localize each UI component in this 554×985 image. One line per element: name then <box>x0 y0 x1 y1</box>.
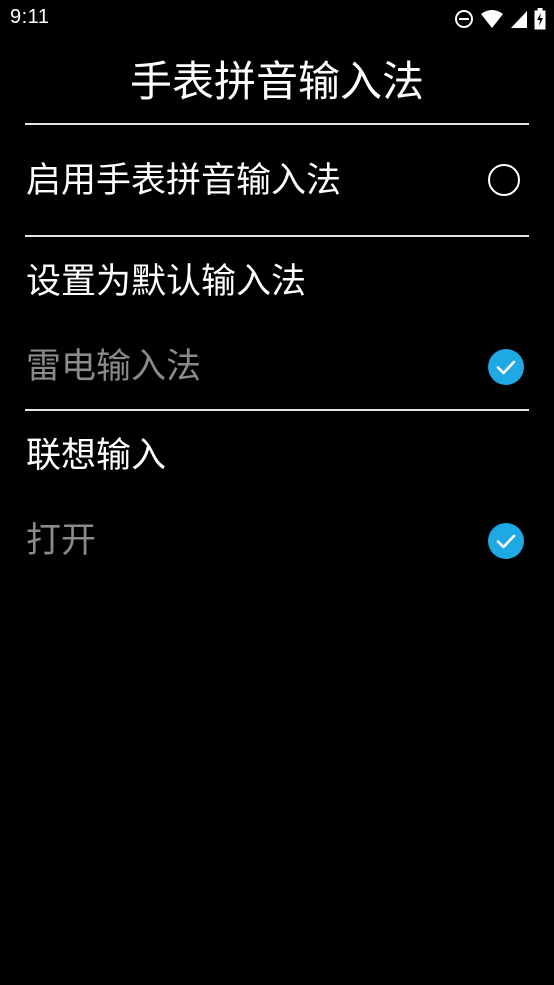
status-bar: 9:11 <box>0 0 554 38</box>
do-not-disturb-icon <box>454 9 474 29</box>
predictive-input-check-icon[interactable] <box>488 523 524 559</box>
wifi-icon <box>480 9 504 29</box>
setting-label-enable-ime: 启用手表拼音输入法 <box>26 161 342 201</box>
status-icons <box>454 7 546 31</box>
default-ime-check-icon[interactable] <box>488 349 524 385</box>
setting-value-default-ime: 雷电输入法 <box>26 347 202 387</box>
status-time: 9:11 <box>10 6 50 28</box>
setting-label-predictive-input: 联想输入 <box>26 436 167 476</box>
divider <box>25 123 529 125</box>
battery-charging-icon <box>534 8 546 30</box>
page-title: 手表拼音输入法 <box>129 57 424 106</box>
divider <box>25 235 529 237</box>
setting-label-default-ime: 设置为默认输入法 <box>26 262 307 302</box>
cell-signal-icon <box>510 9 528 29</box>
divider <box>25 409 529 411</box>
enable-ime-radio[interactable] <box>488 164 520 196</box>
setting-value-predictive-input: 打开 <box>26 521 97 561</box>
